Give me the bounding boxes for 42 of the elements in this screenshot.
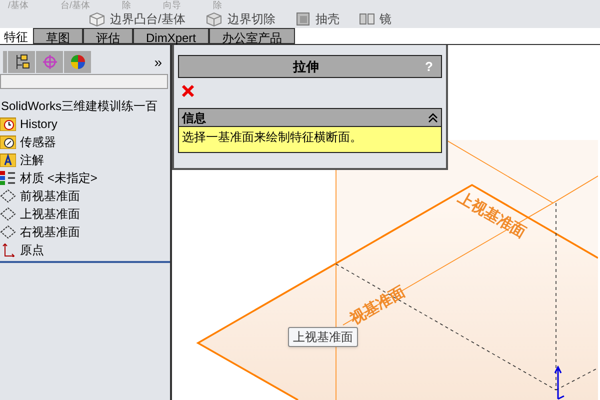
origin-icon [0,243,16,257]
tree-item[interactable]: 上视基准面 [20,205,80,223]
cube-icon [295,11,312,27]
toolbar-label: 向导 [163,0,182,10]
toolbar-label: 台/基体 [60,0,90,10]
toolbar-label: 除 [213,0,222,10]
crosshair-icon [42,54,58,70]
expand-button[interactable]: » [154,54,162,68]
tree-root[interactable]: SolidWorks三维建模训练一百 [0,97,170,115]
plane-label: 视基准面 [346,282,409,330]
toolbar-button[interactable]: 抽壳 [295,10,340,28]
tab[interactable]: 评估 [83,28,133,44]
tree-item[interactable]: 材质 <未指定> [20,169,98,187]
toolbar-button[interactable]: 边界凸台/基体 [88,10,186,28]
tab[interactable]: DimXpert [133,28,210,44]
plane-label: 上视基准面 [454,188,530,244]
toolbar-button[interactable]: 边界切除 [205,10,276,28]
toolbar-label: 除 [122,0,132,10]
pane-tab[interactable] [64,50,91,72]
tree-icon [14,54,30,70]
tree-item[interactable]: 注解 [20,151,44,169]
toolbar-label: /基体 [8,0,29,10]
toolbar-button[interactable]: 镜 [359,10,392,28]
tree-item[interactable]: History [20,115,58,133]
tree-item[interactable]: 右视基准面 [20,223,80,241]
group-title: 信息 [182,110,207,126]
color-wheel-icon [70,54,86,70]
info-message: 选择一基准面来绘制特征横断面。 [179,126,441,152]
collapse-icon[interactable] [428,112,438,122]
tree-item[interactable]: 前视基准面 [20,187,80,205]
letter-folder-icon [0,153,16,167]
tree-item[interactable]: 原点 [20,241,44,259]
pane-tab[interactable] [8,50,35,72]
panel-title: 拉伸 [292,58,320,76]
axis-triad-icon [552,365,566,400]
tab[interactable]: 草图 [33,28,83,44]
tooltip: 上视基准面 [288,327,358,347]
tree-item[interactable]: 传感器 [20,133,56,151]
cancel-icon[interactable] [181,84,195,98]
filter-field[interactable] [0,74,168,89]
clock-folder-icon [0,117,16,131]
tab[interactable]: 办公室产品 [209,28,296,44]
